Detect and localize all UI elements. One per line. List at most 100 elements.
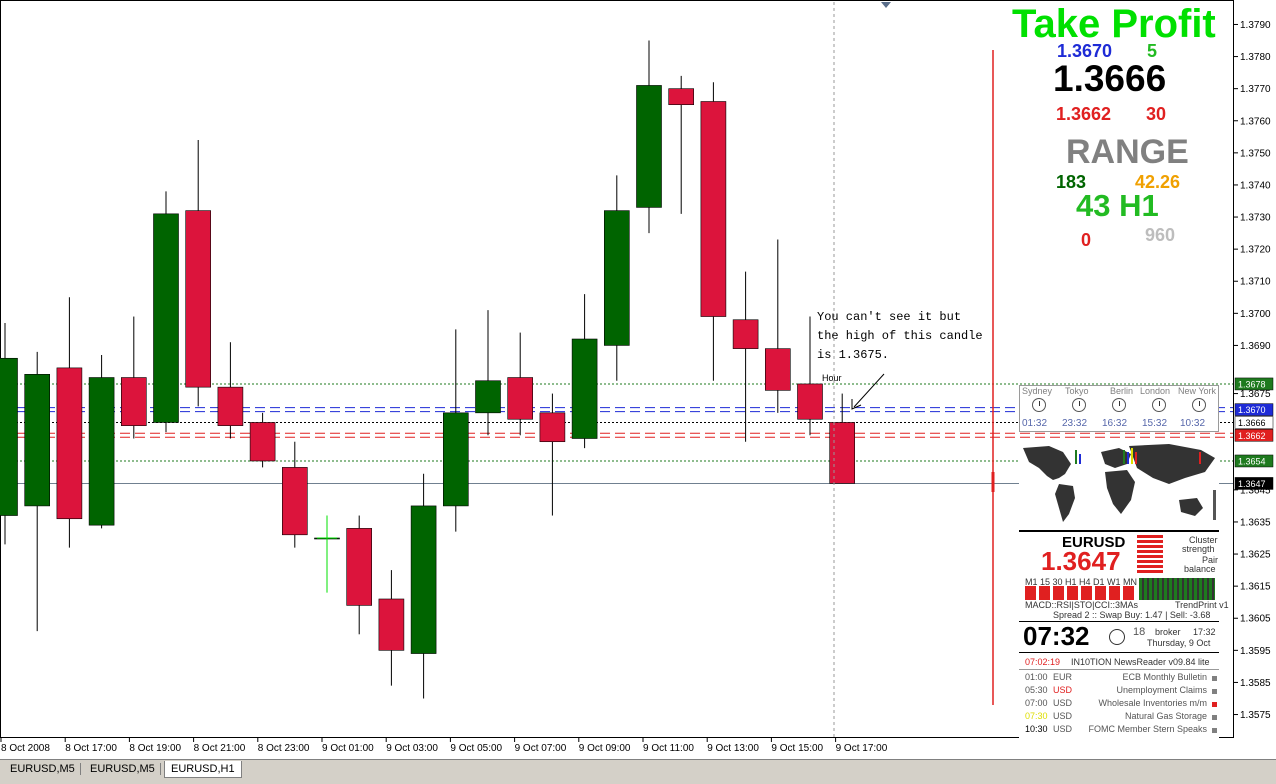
candle-body: [442, 412, 469, 507]
strength-label: strength: [1182, 544, 1215, 554]
broker-label: broker: [1155, 627, 1181, 637]
candle-body: [346, 528, 373, 606]
divider: [1019, 669, 1219, 670]
x-tick-label: 8 Oct 17:00: [65, 743, 117, 754]
y-tick-label: 1.3760: [1240, 116, 1271, 127]
x-tick-label: 9 Oct 15:00: [771, 743, 823, 754]
candle-body: [410, 505, 437, 654]
y-tick-label: 1.3700: [1240, 309, 1271, 320]
panel-price: 1.3647: [1041, 546, 1121, 576]
news-row-event: Wholesale Inventories m/m: [1098, 698, 1207, 708]
y-tick-label: 1.3585: [1240, 678, 1271, 689]
trend-print: [1139, 578, 1215, 600]
price-tag-label: 1.3678: [1238, 379, 1266, 389]
y-tick-label: 1.3615: [1240, 582, 1271, 593]
map-marker: [1123, 450, 1125, 464]
news-row-currency: USD: [1053, 724, 1073, 734]
clock-icon: [1109, 629, 1125, 645]
x-tick-label: 9 Oct 11:00: [643, 743, 694, 754]
y-tick-label: 1.3595: [1240, 646, 1271, 657]
x-tick-label: 8 Oct 19:00: [129, 743, 181, 754]
x-tick-label: 9 Oct 13:00: [707, 743, 759, 754]
candle-body: [24, 374, 51, 507]
tp-red-pips: 30: [1146, 104, 1167, 124]
y-tick-label: 1.3605: [1240, 614, 1271, 625]
candle-body: [539, 412, 566, 443]
tab-eurusd-h1[interactable]: EURUSD,H1: [164, 761, 242, 778]
world-map: [1019, 438, 1219, 528]
session-time: 16:32: [1102, 418, 1128, 429]
news-row[interactable]: 05:30 USD Unemployment Claims: [1025, 685, 1217, 698]
news-title: IN10TION NewsReader v09.84 lite: [1071, 657, 1210, 667]
candle-body: [507, 377, 534, 420]
news-row[interactable]: 10:30 USD FOMC Member Stern Speaks: [1025, 724, 1217, 737]
annotation-hour: Hour: [822, 373, 842, 383]
balance-label: balance: [1184, 564, 1216, 574]
clock-icon: [1192, 398, 1206, 412]
map-marker: [1075, 450, 1077, 464]
tab-eurusd-m5-2[interactable]: EURUSD,M5: [84, 761, 161, 777]
y-tick-label: 1.3740: [1240, 180, 1271, 191]
clock-icon: [1112, 398, 1126, 412]
news-row[interactable]: 07:00 USD Wholesale Inventories m/m: [1025, 698, 1217, 711]
impact-icon: [1212, 689, 1217, 694]
session-name: Berlin: [1110, 386, 1134, 396]
annotation-line-1: You can't see it but: [817, 310, 961, 324]
news-row-event: Unemployment Claims: [1116, 685, 1207, 695]
y-tick-label: 1.3730: [1240, 213, 1271, 224]
news-row[interactable]: 01:00 EUR ECB Monthly Bulletin: [1025, 672, 1217, 685]
y-tick-label: 1.3780: [1240, 52, 1271, 63]
clock-time: 07:32: [1023, 621, 1090, 651]
clock-seconds: 18: [1133, 626, 1146, 638]
y-tick-label: 1.3750: [1240, 148, 1271, 159]
chart-tabs: EURUSD,M5 EURUSD,M5 EURUSD,H1: [0, 759, 1276, 784]
news-row-currency: USD: [1053, 711, 1073, 721]
australia-shape: [1179, 498, 1203, 516]
indicator-panel: EURUSD 1.3647 Cluster strength Pair bala…: [1019, 530, 1229, 764]
impact-icon: [1212, 676, 1217, 681]
range-960: 960: [1145, 225, 1176, 245]
candle-body: [217, 386, 244, 426]
north-america-shape: [1023, 446, 1071, 480]
news-row-time: 07:30: [1025, 711, 1048, 721]
range-timeframe: 43 H1: [1076, 188, 1159, 223]
asia-shape: [1129, 444, 1215, 484]
price-tag-label: 1.3670: [1238, 405, 1266, 415]
candle-body: [764, 348, 791, 391]
candle-body: [732, 319, 759, 349]
x-tick-label: 8 Oct 23:00: [258, 743, 310, 754]
x-axis: 8 Oct 2008 8 Oct 17:00 8 Oct 19:00 8 Oct 21…: [0, 737, 888, 754]
candle-body: [636, 85, 662, 208]
signal-grid: [1025, 586, 1137, 600]
map-marker: [1127, 452, 1129, 464]
tab-separator: [80, 763, 81, 775]
y-tick-label: 1.3720: [1240, 245, 1271, 256]
news-row-currency: USD: [1053, 685, 1073, 695]
map-marker: [1131, 448, 1133, 464]
annotation-line-3: is 1.3675.: [817, 348, 889, 362]
news-row[interactable]: 07:30 USD Natural Gas Storage: [1025, 711, 1217, 724]
world-map-icon: [1023, 444, 1216, 522]
x-tick-label: 8 Oct 2008: [1, 743, 50, 754]
impact-icon: [1212, 715, 1217, 720]
clock-icon: [1072, 398, 1086, 412]
main-price: 1.3666: [1053, 58, 1167, 99]
y-tick-label: 1.3770: [1240, 84, 1271, 95]
session-name: New York: [1178, 386, 1217, 396]
price-tag-label: 1.3662: [1238, 431, 1266, 441]
range-title: RANGE: [1066, 133, 1189, 171]
price-tag-label: 1.3666: [1238, 418, 1266, 428]
candle-body: [700, 101, 727, 317]
news-row-event: Natural Gas Storage: [1124, 711, 1207, 721]
candle-body: [797, 383, 823, 420]
news-row-event: FOMC Member Stern Speaks: [1088, 724, 1207, 734]
tab-separator: [160, 763, 161, 775]
session-time: 23:32: [1062, 418, 1088, 429]
session-time: 01:32: [1022, 418, 1048, 429]
date-label: Thursday, 9 Oct: [1147, 638, 1211, 648]
candle-body: [88, 377, 115, 526]
news-row-currency: USD: [1053, 698, 1073, 708]
y-tick-label: 1.3675: [1240, 389, 1271, 400]
tab-eurusd-m5-1[interactable]: EURUSD,M5: [4, 761, 81, 777]
session-clocks: Sydney Tokyo Berlin London New York 01:3…: [1019, 385, 1219, 432]
